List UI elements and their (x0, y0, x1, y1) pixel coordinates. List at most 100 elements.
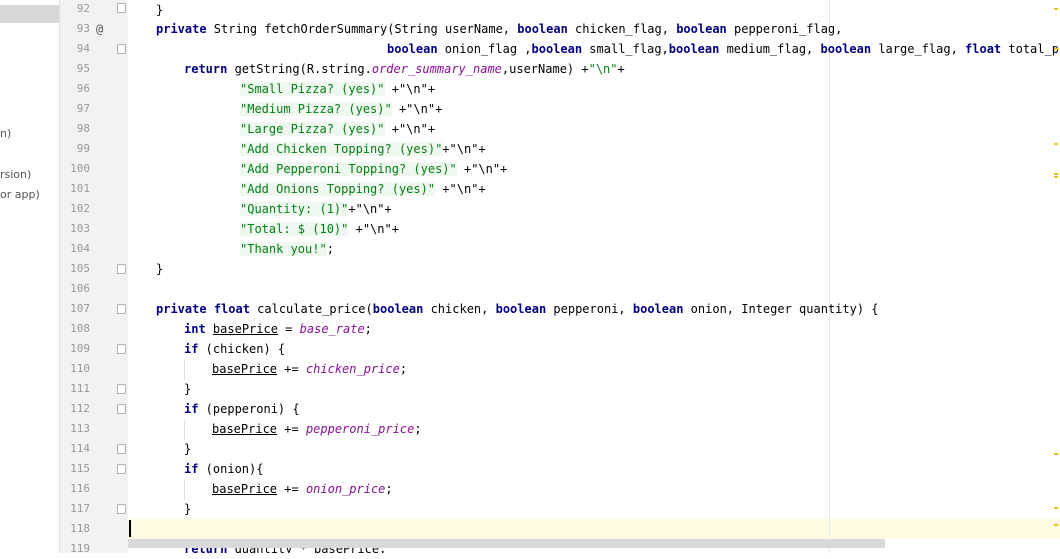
keyword: boolean (372, 302, 424, 316)
keyword: private (156, 302, 207, 316)
code-line[interactable]: basePrice += chicken_price; (128, 359, 407, 379)
code-line[interactable]: } (128, 379, 191, 399)
code-token: total_pric (1008, 42, 1060, 56)
code-line[interactable]: basePrice += pepperoni_price; (128, 419, 422, 439)
code-line[interactable]: "Medium Pizza? (yes)" +"\n"+ (128, 99, 442, 119)
field-reference: onion_price (305, 482, 386, 496)
code-line[interactable]: "Large Pizza? (yes)" +"\n"+ (128, 119, 435, 139)
variable: basePrice (212, 362, 278, 376)
code-line[interactable]: basePrice += onion_price; (128, 479, 393, 499)
error-stripe-mark[interactable] (1054, 453, 1058, 455)
line-number: 97 (76, 102, 90, 115)
tree-item-fragment[interactable]: rsion) (0, 168, 31, 181)
code-token: +"\n"+ (442, 142, 486, 156)
override-marker-icon[interactable]: @ (96, 19, 103, 39)
error-stripe-mark[interactable] (1054, 143, 1058, 145)
code-token: ; (414, 422, 422, 436)
code-line[interactable]: private float calculate_price(boolean ch… (128, 299, 879, 319)
string-literal: "Add Pepperoni Topping? (yes)" (240, 162, 457, 176)
code-line[interactable]: } (128, 439, 191, 459)
code-token: String fetchOrderSummary(String userName… (206, 22, 518, 36)
line-number: 106 (70, 282, 90, 295)
keyword: return (184, 62, 228, 76)
code-line[interactable]: } (128, 0, 163, 20)
code-token: +"\n"+ (384, 82, 436, 96)
fold-icon[interactable] (117, 44, 126, 54)
variable: basePrice (212, 422, 278, 436)
keyword: boolean (495, 302, 547, 316)
code-line[interactable]: "Add Onions Topping? (yes)" +"\n"+ (128, 179, 486, 199)
fold-icon[interactable] (117, 344, 126, 354)
fold-icon[interactable] (117, 264, 126, 274)
line-number: 102 (70, 202, 90, 215)
tree-item-fragment[interactable]: or app) (0, 188, 40, 201)
code-token: = (277, 322, 300, 336)
tree-item-fragment[interactable]: n) (0, 127, 11, 140)
code-line[interactable]: private String fetchOrderSummary(String … (128, 19, 842, 39)
keyword: float (965, 42, 1002, 56)
fold-icon[interactable] (117, 384, 126, 394)
fold-icon[interactable] (117, 304, 126, 314)
line-number: 103 (70, 222, 90, 235)
code-line[interactable]: } (128, 259, 163, 279)
error-stripe-mark[interactable] (1054, 48, 1058, 50)
line-number: 93 (76, 22, 90, 35)
code-line[interactable]: if (chicken) { (128, 339, 285, 359)
error-stripe-mark[interactable] (1054, 173, 1058, 175)
code-line[interactable]: return getString(R.string.order_summary_… (128, 59, 625, 79)
code-line[interactable]: "Add Pepperoni Topping? (yes)" +"\n"+ (128, 159, 507, 179)
string-literal: "Add Onions Topping? (yes)" (240, 182, 436, 196)
line-number: 109 (70, 342, 90, 355)
fold-icon[interactable] (117, 464, 126, 474)
code-line[interactable]: } (128, 499, 191, 519)
text-caret (129, 520, 131, 537)
keyword: boolean (531, 42, 583, 56)
line-number: 95 (76, 62, 90, 75)
code-line[interactable]: "Thank you!"; (128, 239, 334, 259)
code-token: +"\n"+ (384, 122, 436, 136)
line-number: 107 (70, 302, 90, 315)
string-literal: "Add Chicken Topping? (yes)" (240, 142, 443, 156)
fold-icon[interactable] (117, 404, 126, 414)
fold-icon[interactable] (117, 504, 126, 514)
code-line[interactable]: "Small Pizza? (yes)" +"\n"+ (128, 79, 435, 99)
fold-icon[interactable] (117, 3, 126, 13)
fold-icon[interactable] (117, 444, 126, 454)
error-stripe-mark[interactable] (1054, 507, 1058, 509)
keyword: boolean (676, 22, 727, 36)
code-token: } (156, 262, 164, 276)
code-line[interactable]: "Quantity: (1)"+"\n"+ (128, 199, 392, 219)
field-reference: base_rate (299, 322, 365, 336)
string-literal: "\n" (588, 62, 618, 76)
variable: basePrice (212, 322, 278, 336)
code-line[interactable]: if (onion){ (128, 459, 263, 479)
error-stripe-mark[interactable] (1054, 8, 1058, 10)
string-literal: "Large Pizza? (yes)" (240, 122, 385, 136)
keyword: boolean (632, 302, 684, 316)
keyword: boolean (517, 22, 568, 36)
code-token: +"\n"+ (456, 162, 508, 176)
line-number: 116 (70, 482, 90, 495)
project-panel[interactable]: n) rsion) or app) (0, 0, 60, 553)
line-number: 92 (76, 2, 90, 15)
code-line[interactable]: boolean onion_flag ,boolean small_flag,b… (128, 39, 1060, 59)
code-line[interactable]: "Add Chicken Topping? (yes)"+"\n"+ (128, 139, 486, 159)
horizontal-scrollbar[interactable] (128, 539, 885, 548)
line-number: 119 (70, 542, 90, 555)
code-line[interactable]: int basePrice = base_rate; (128, 319, 372, 339)
line-number: 117 (70, 502, 90, 515)
error-stripe-mark[interactable] (1054, 524, 1058, 526)
error-stripe-mark[interactable] (1054, 176, 1058, 178)
line-number: 94 (76, 42, 90, 55)
string-literal: "Quantity: (1)" (240, 202, 349, 216)
line-number: 100 (70, 162, 90, 175)
code-token: calculate_price( (249, 302, 373, 316)
code-token: onion_flag , (437, 42, 532, 56)
code-line[interactable]: if (pepperoni) { (128, 399, 300, 419)
keyword: if (184, 342, 199, 356)
field-reference: order_summary_name (371, 62, 502, 76)
code-line[interactable]: "Total: $ (10)" +"\n"+ (128, 219, 399, 239)
line-number: 115 (70, 462, 90, 475)
selected-tree-item[interactable] (0, 5, 59, 23)
string-literal: "Small Pizza? (yes)" (240, 82, 385, 96)
